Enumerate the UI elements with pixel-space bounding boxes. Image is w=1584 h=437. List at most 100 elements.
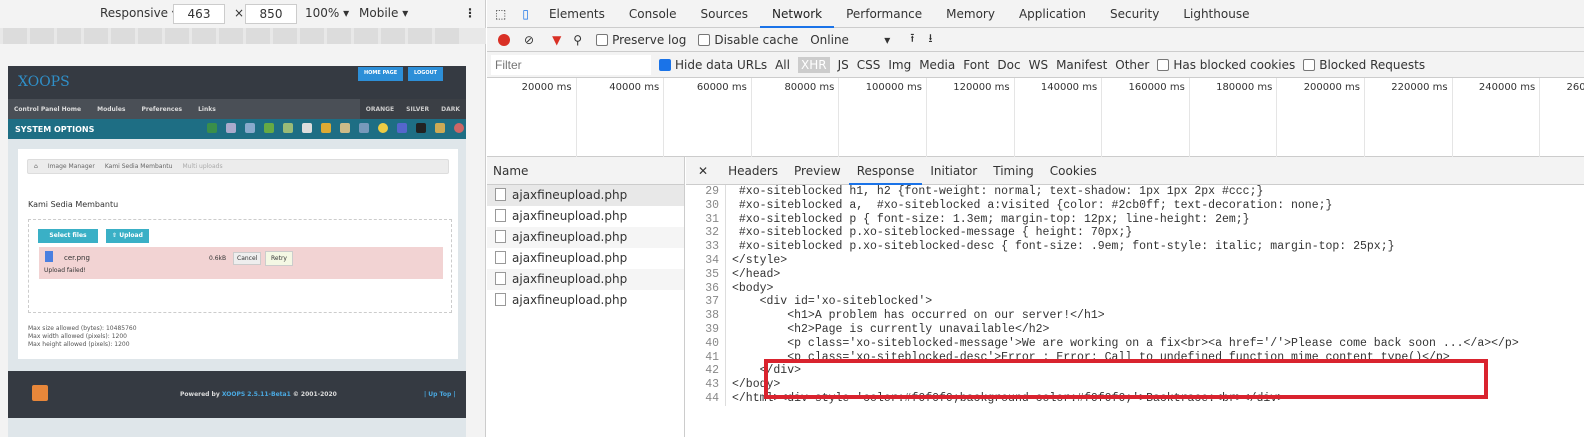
nav-preferences[interactable]: Preferences xyxy=(142,106,183,113)
comments-icon[interactable] xyxy=(264,123,274,133)
templates-icon[interactable] xyxy=(397,123,407,133)
groups-icon[interactable] xyxy=(207,123,217,133)
tab-response[interactable]: Response xyxy=(848,157,923,185)
request-row[interactable]: ajaxfineupload.php xyxy=(487,290,684,311)
hide-data-urls-checkbox[interactable]: Hide data URLs xyxy=(659,58,767,72)
tab-timing[interactable]: Timing xyxy=(985,157,1042,185)
theme-silver[interactable]: SILVER xyxy=(400,99,435,119)
smilies-icon[interactable] xyxy=(378,123,388,133)
type-other[interactable]: Other xyxy=(1115,58,1149,72)
tab-performance[interactable]: Performance xyxy=(834,0,934,28)
type-xhr[interactable]: XHR xyxy=(797,56,830,73)
media-query-ruler[interactable] xyxy=(0,28,486,44)
type-img[interactable]: Img xyxy=(888,58,911,72)
network-overview[interactable]: 20000 ms 40000 ms 60000 ms 80000 ms 100000 m… xyxy=(487,78,1584,157)
import-har-icon[interactable]: ⭱ xyxy=(910,29,914,50)
name-column-header[interactable]: Name xyxy=(487,157,684,185)
tab-elements[interactable]: Elements xyxy=(537,0,617,28)
breadcrumb-item[interactable]: Image Manager xyxy=(48,163,95,170)
nav-modules[interactable]: Modules xyxy=(97,106,125,113)
modules-icon[interactable] xyxy=(302,123,312,133)
throttle-select[interactable]: Online ▾ xyxy=(810,33,890,47)
preferences-icon[interactable] xyxy=(359,123,369,133)
upload-dropzone[interactable]: Select files ⇧ Upload cer.png 0.6kB Canc… xyxy=(28,219,452,313)
request-row[interactable]: ajaxfineupload.php xyxy=(487,227,684,248)
cancel-button[interactable]: Cancel xyxy=(233,252,262,265)
theme-dark[interactable]: DARK xyxy=(435,99,466,119)
nav-control-panel[interactable]: Control Panel Home xyxy=(14,106,81,113)
xoops-version-link[interactable]: XOOPS 2.5.11-Beta1 xyxy=(222,391,291,398)
inspect-icon[interactable]: ⬚ xyxy=(487,7,514,21)
select-files-button[interactable]: Select files xyxy=(38,229,98,243)
mail-icon[interactable] xyxy=(435,123,445,133)
users-icon[interactable] xyxy=(340,123,350,133)
device-select[interactable]: Responsive ▾ xyxy=(100,6,178,20)
tab-cookies[interactable]: Cookies xyxy=(1042,157,1105,185)
more-icon[interactable]: ⋮ xyxy=(464,6,476,20)
filter-input[interactable] xyxy=(491,54,651,75)
disable-cache-checkbox[interactable]: Disable cache xyxy=(698,33,798,47)
maintenance-icon[interactable] xyxy=(321,123,331,133)
type-ws[interactable]: WS xyxy=(1029,58,1048,72)
type-font[interactable]: Font xyxy=(963,58,989,72)
height-input[interactable]: 850 xyxy=(245,4,297,24)
export-har-icon[interactable]: ⭳ xyxy=(928,29,932,50)
help-icon[interactable] xyxy=(454,123,464,133)
request-row[interactable]: ajaxfineupload.php xyxy=(487,206,684,227)
nav-links[interactable]: Links xyxy=(198,106,216,113)
close-icon[interactable]: ✕ xyxy=(686,157,720,185)
blocks-icon[interactable] xyxy=(245,123,255,133)
blocked-requests-checkbox[interactable]: Blocked Requests xyxy=(1303,58,1425,72)
tab-application[interactable]: Application xyxy=(1007,0,1098,28)
tab-console[interactable]: Console xyxy=(617,0,689,28)
tab-memory[interactable]: Memory xyxy=(934,0,1007,28)
timeline-tick: 20000 ms xyxy=(521,82,572,93)
width-input[interactable]: 463 xyxy=(173,4,225,24)
timeline-tick: 140000 ms xyxy=(1040,82,1098,93)
response-code[interactable]: 29 #xo-siteblocked h1, h2 {font-weight: … xyxy=(686,185,1584,406)
filter-icon[interactable]: ▼ xyxy=(552,33,561,47)
theme-orange[interactable]: ORANGE xyxy=(360,99,400,119)
blocked-cookies-checkbox[interactable]: Has blocked cookies xyxy=(1157,58,1295,72)
zoom-select[interactable]: 100% ▾ xyxy=(305,6,349,20)
home-page-button[interactable]: HOME PAGE xyxy=(358,67,404,81)
breadcrumb-item[interactable]: Kami Sedia Membantu xyxy=(105,163,173,170)
record-icon[interactable] xyxy=(498,33,510,46)
request-name: ajaxfineupload.php xyxy=(512,251,628,265)
tab-preview[interactable]: Preview xyxy=(786,157,849,185)
retry-button[interactable]: Retry xyxy=(265,251,293,266)
code-text: <h2>Page is currently unavailable</h2> xyxy=(732,322,1050,336)
tab-headers[interactable]: Headers xyxy=(720,157,786,185)
xoops-logo[interactable]: XOOPS xyxy=(18,74,70,90)
type-css[interactable]: CSS xyxy=(857,58,881,72)
tab-network[interactable]: Network xyxy=(760,0,835,28)
type-manifest[interactable]: Manifest xyxy=(1056,58,1107,72)
type-doc[interactable]: Doc xyxy=(997,58,1020,72)
up-top-link[interactable]: | Up Top | xyxy=(424,391,456,398)
tab-security[interactable]: Security xyxy=(1098,0,1171,28)
timeline-gridline xyxy=(1364,78,1365,157)
request-name: ajaxfineupload.php xyxy=(512,272,628,286)
type-media[interactable]: Media xyxy=(919,58,955,72)
tab-sources[interactable]: Sources xyxy=(689,0,760,28)
type-all[interactable]: All xyxy=(775,58,790,72)
device-toggle-icon[interactable]: ▯ xyxy=(514,7,537,21)
search-icon[interactable]: ⚲ xyxy=(573,33,582,47)
upload-button[interactable]: ⇧ Upload xyxy=(106,229,149,243)
tab-initiator[interactable]: Initiator xyxy=(922,157,985,185)
rss-icon[interactable] xyxy=(32,385,48,401)
request-row[interactable]: ajaxfineupload.php xyxy=(487,269,684,290)
home-icon[interactable]: ⌂ xyxy=(34,163,38,170)
images-icon[interactable] xyxy=(283,123,293,133)
ranks-icon[interactable] xyxy=(416,123,426,133)
request-row[interactable]: ajaxfineupload.php xyxy=(487,185,684,206)
banners-icon[interactable] xyxy=(226,123,236,133)
type-js[interactable]: JS xyxy=(838,58,849,72)
tab-lighthouse[interactable]: Lighthouse xyxy=(1171,0,1261,28)
clear-icon[interactable]: ⊘ xyxy=(524,33,534,47)
preserve-log-checkbox[interactable]: Preserve log xyxy=(596,33,686,47)
mode-select[interactable]: Mobile ▾ xyxy=(359,6,408,20)
timeline-tick: 100000 ms xyxy=(865,82,922,93)
request-row[interactable]: ajaxfineupload.php xyxy=(487,248,684,269)
logout-button[interactable]: LOGOUT xyxy=(408,67,444,81)
